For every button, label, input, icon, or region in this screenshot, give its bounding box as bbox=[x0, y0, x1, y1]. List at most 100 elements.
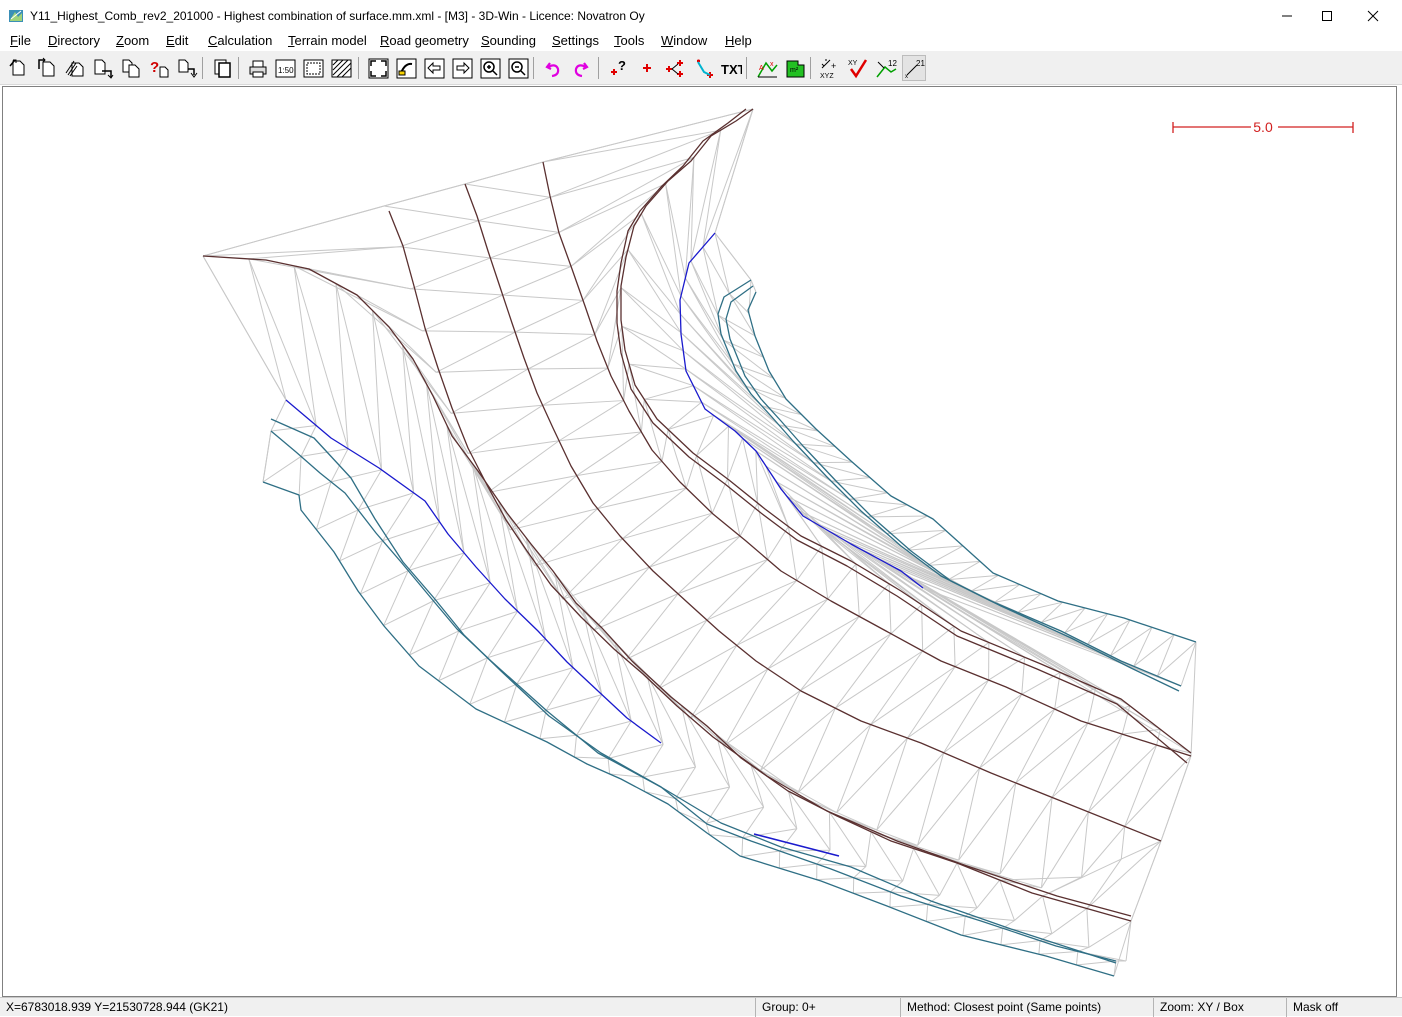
tin-edge[interactable] bbox=[835, 651, 922, 708]
export-button[interactable] bbox=[63, 55, 87, 81]
tin-edge[interactable] bbox=[526, 538, 594, 631]
scale-150-button[interactable]: 1:50 bbox=[273, 55, 297, 81]
terrain-model-button[interactable]: Ax bbox=[755, 55, 779, 81]
tin-edge[interactable] bbox=[384, 206, 478, 221]
tin-edge[interactable] bbox=[543, 401, 624, 406]
tin-edge[interactable] bbox=[868, 505, 907, 517]
breakline-road-edge-left-2[interactable] bbox=[389, 211, 1131, 916]
tin-edge[interactable] bbox=[540, 710, 546, 738]
elevation-button[interactable]: 12 bbox=[874, 55, 898, 81]
tin-edge[interactable] bbox=[594, 594, 678, 630]
tin-edge[interactable] bbox=[923, 588, 1181, 686]
tin-edge[interactable] bbox=[488, 611, 518, 658]
tin-edge[interactable] bbox=[668, 402, 702, 429]
tin-edge[interactable] bbox=[727, 426, 728, 479]
breakline-ditch-left[interactable] bbox=[271, 431, 1116, 961]
tin-edge[interactable] bbox=[780, 850, 830, 851]
tin-edge[interactable] bbox=[727, 438, 742, 479]
tin-edge[interactable] bbox=[926, 904, 927, 921]
tin-edge[interactable] bbox=[866, 832, 871, 867]
tin-edge[interactable] bbox=[411, 258, 490, 289]
tin-edge[interactable] bbox=[907, 546, 963, 550]
tin-edge[interactable] bbox=[555, 573, 602, 694]
redo-file-button[interactable] bbox=[175, 55, 199, 81]
tin-edge[interactable] bbox=[490, 258, 571, 266]
tin-edge[interactable] bbox=[877, 753, 944, 830]
tin-edge[interactable] bbox=[800, 616, 859, 690]
tin-edge[interactable] bbox=[691, 645, 737, 718]
tin-edge[interactable] bbox=[691, 261, 718, 315]
tin-edge[interactable] bbox=[543, 368, 608, 405]
tin-edge[interactable] bbox=[903, 849, 914, 881]
menu-terrain-model[interactable]: Terrain model bbox=[278, 31, 377, 51]
tin-edge[interactable] bbox=[743, 829, 797, 838]
tin-edge[interactable] bbox=[1125, 745, 1157, 826]
coordinate-button[interactable]: 21x bbox=[902, 55, 926, 81]
tin-edge[interactable] bbox=[488, 639, 546, 658]
tin-edge[interactable] bbox=[409, 601, 433, 655]
tin-edge[interactable] bbox=[742, 851, 780, 857]
tin-edge[interactable] bbox=[718, 315, 763, 357]
tin-edge[interactable] bbox=[647, 675, 695, 767]
tin-edge[interactable] bbox=[922, 605, 923, 651]
tin-edge[interactable] bbox=[697, 426, 729, 455]
tin-edge[interactable] bbox=[574, 757, 608, 758]
tin-edge[interactable] bbox=[1052, 723, 1088, 797]
tin-edge[interactable] bbox=[626, 620, 707, 659]
tin-edge[interactable] bbox=[436, 332, 515, 372]
menu-calculation[interactable]: Calculation bbox=[198, 31, 282, 51]
tin-edge[interactable] bbox=[409, 631, 459, 655]
tin-edge[interactable] bbox=[703, 247, 718, 315]
tin-edge[interactable] bbox=[798, 708, 835, 792]
xyz-calc-button[interactable]: +XYZ bbox=[818, 55, 842, 81]
zoom-window-button[interactable] bbox=[394, 55, 418, 81]
tin-edge[interactable] bbox=[829, 812, 830, 850]
tin-edge[interactable] bbox=[751, 280, 756, 292]
hatch-button[interactable] bbox=[329, 55, 353, 81]
breakline-ditch-left-2[interactable] bbox=[271, 419, 1116, 963]
tin-edge[interactable] bbox=[372, 310, 381, 469]
tin-edge[interactable] bbox=[263, 456, 301, 482]
tin-edge[interactable] bbox=[887, 530, 946, 533]
tin-edge[interactable] bbox=[577, 721, 632, 735]
tin-edge[interactable] bbox=[887, 516, 928, 534]
tin-edge[interactable] bbox=[725, 691, 800, 745]
tin-edge[interactable] bbox=[615, 642, 663, 744]
tin-edge[interactable] bbox=[608, 744, 663, 758]
tin-edge[interactable] bbox=[360, 571, 408, 594]
tin-edge[interactable] bbox=[294, 266, 348, 449]
tin-edge[interactable] bbox=[691, 261, 724, 340]
tin-edge[interactable] bbox=[678, 536, 740, 594]
tin-edge[interactable] bbox=[817, 878, 854, 880]
tin-edge[interactable] bbox=[436, 369, 528, 372]
tin-edge[interactable] bbox=[1087, 841, 1161, 909]
tin-edge[interactable] bbox=[686, 456, 696, 488]
tin-edge[interactable] bbox=[1022, 672, 1060, 694]
tin-edge[interactable] bbox=[927, 546, 963, 566]
area-button[interactable]: m² bbox=[783, 55, 807, 81]
menu-sounding[interactable]: Sounding bbox=[471, 31, 546, 51]
tin-edge[interactable] bbox=[383, 522, 440, 541]
tin-edge[interactable] bbox=[1016, 709, 1055, 783]
tin-edge[interactable] bbox=[1043, 859, 1122, 896]
tin-edge[interactable] bbox=[703, 109, 753, 247]
tin-edge[interactable] bbox=[271, 400, 286, 431]
tin-edge[interactable] bbox=[515, 300, 583, 332]
tin-edge[interactable] bbox=[963, 916, 965, 935]
menu-help[interactable]: Help bbox=[715, 31, 762, 51]
tin-edge[interactable] bbox=[1000, 783, 1016, 874]
add-point-button[interactable] bbox=[635, 55, 659, 81]
zoom-out-button[interactable] bbox=[506, 55, 530, 81]
paste-button[interactable] bbox=[210, 55, 234, 81]
tin-edge[interactable] bbox=[643, 767, 696, 777]
tin-edge[interactable] bbox=[459, 611, 518, 631]
print-button[interactable] bbox=[245, 55, 269, 81]
tin-edge[interactable] bbox=[294, 266, 316, 426]
tin-edge[interactable] bbox=[890, 904, 928, 907]
tin-edge[interactable] bbox=[641, 399, 644, 432]
tin-edge[interactable] bbox=[360, 541, 382, 594]
tin-edge[interactable] bbox=[977, 880, 1000, 908]
menu-tools[interactable]: Tools bbox=[604, 31, 654, 51]
tin-edge[interactable] bbox=[249, 259, 316, 426]
tin-edge[interactable] bbox=[871, 667, 955, 725]
